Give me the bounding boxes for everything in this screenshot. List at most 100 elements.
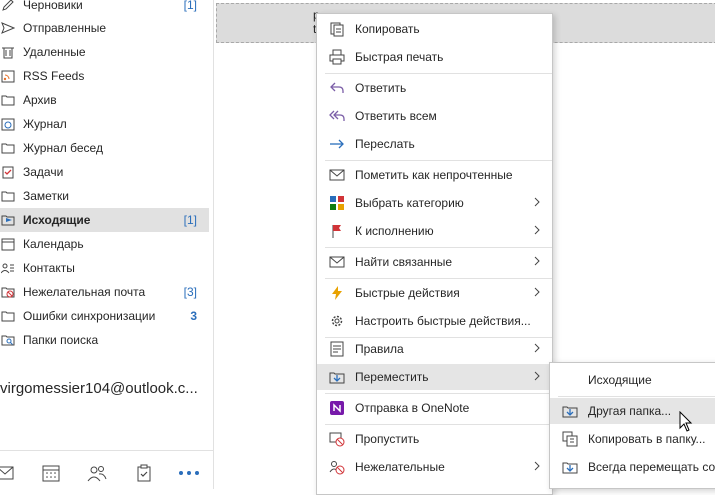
item-count: 3	[190, 309, 197, 323]
folder-rss[interactable]: RSS Feeds	[0, 64, 209, 88]
more-icon[interactable]	[178, 463, 200, 483]
forward-icon	[329, 136, 345, 152]
onenote-icon	[329, 400, 345, 416]
folder-icon	[0, 309, 16, 323]
folder-label: Нежелательная почта	[23, 285, 146, 299]
chevron-right-icon	[532, 223, 542, 237]
folder-label: Черновики	[23, 0, 83, 12]
tasks-icon	[0, 165, 16, 179]
folder-tasks[interactable]: Задачи	[0, 160, 209, 184]
menu-item-quick-steps[interactable]: Быстрые действия	[317, 280, 552, 306]
chevron-right-icon	[532, 369, 542, 383]
folder-drafts[interactable]: Черновики [1]	[0, 0, 209, 17]
tasks-icon[interactable]	[133, 463, 155, 483]
search-folder-icon	[0, 333, 16, 347]
calendar-icon[interactable]	[40, 463, 62, 483]
outbox-icon	[0, 213, 16, 227]
folder-label: RSS Feeds	[23, 69, 85, 83]
menu-item-move[interactable]: Переместить	[317, 364, 552, 390]
reply-all-icon	[329, 108, 345, 124]
submenu-item-label: Всегда перемещать со	[588, 460, 715, 474]
menu-separator	[325, 73, 552, 74]
menu-separator	[325, 393, 552, 394]
folder-notes[interactable]: Заметки	[0, 184, 209, 208]
folder-calendar[interactable]: Календарь	[0, 232, 209, 256]
menu-item-copy[interactable]: Копировать	[317, 16, 552, 42]
menu-item-label: Правила	[355, 342, 404, 356]
folder-label: Журнал	[23, 117, 67, 131]
people-icon[interactable]	[86, 463, 108, 483]
unread-count: [1]	[183, 0, 197, 12]
folder-search-folders[interactable]: Папки поиска	[0, 328, 209, 352]
trash-icon	[0, 45, 16, 59]
menu-item-label: Ответить всем	[355, 109, 437, 123]
context-menu: Копировать Быстрая печать Ответить Ответ…	[316, 13, 553, 495]
menu-separator	[325, 160, 552, 161]
menu-item-label: Отправка в OneNote	[355, 401, 470, 415]
menu-item-label: Нежелательные	[355, 460, 445, 474]
folder-conversation-history[interactable]: Журнал бесед	[0, 136, 209, 160]
folder-label: Папки поиска	[23, 333, 99, 347]
folder-icon	[0, 93, 16, 107]
account-name[interactable]: virgomessier104@outlook.c...	[0, 380, 200, 397]
folder-archive[interactable]: Архив	[0, 88, 209, 112]
folder-label: Отправленные	[23, 21, 107, 35]
folder-sync-issues[interactable]: Ошибки синхронизации 3	[0, 304, 209, 328]
menu-separator	[325, 278, 552, 279]
menu-item-mark-unread[interactable]: Пометить как непрочтенные	[317, 162, 552, 188]
category-icon	[329, 195, 345, 211]
flag-icon	[329, 223, 345, 239]
menu-item-label: Переместить	[355, 370, 429, 384]
menu-item-forward[interactable]: Переслать	[317, 131, 552, 157]
menu-item-follow-up[interactable]: К исполнению	[317, 218, 552, 244]
junk-icon	[0, 285, 16, 299]
folder-deleted[interactable]: Удаленные	[0, 40, 209, 64]
rules-icon	[329, 341, 345, 357]
menu-item-manage-quick-steps[interactable]: Настроить быстрые действия...	[317, 308, 552, 334]
copy-icon	[329, 21, 345, 37]
mail-icon[interactable]	[0, 463, 16, 483]
folder-label: Исходящие	[23, 213, 91, 227]
envelope-icon	[329, 254, 345, 270]
menu-item-label: Быстрые действия	[355, 286, 460, 300]
move-icon	[329, 369, 345, 385]
pencil-icon	[0, 0, 16, 12]
folder-sent[interactable]: Отправленные	[0, 16, 209, 40]
submenu-item-outbox[interactable]: Исходящие	[550, 367, 715, 393]
menu-item-send-to-onenote[interactable]: Отправка в OneNote	[317, 395, 552, 421]
menu-item-label: Выбрать категорию	[355, 196, 464, 210]
menu-item-reply[interactable]: Ответить	[317, 75, 552, 101]
folder-outbox[interactable]: Исходящие [1]	[0, 208, 209, 232]
menu-item-categorize[interactable]: Выбрать категорию	[317, 190, 552, 216]
menu-item-reply-all[interactable]: Ответить всем	[317, 103, 552, 129]
menu-item-find-related[interactable]: Найти связанные	[317, 249, 552, 275]
folder-label: Журнал бесед	[23, 141, 103, 155]
menu-item-label: К исполнению	[355, 224, 434, 238]
chevron-right-icon	[532, 254, 542, 268]
menu-item-quick-print[interactable]: Быстрая печать	[317, 44, 552, 70]
folder-label: Контакты	[23, 261, 75, 275]
junk-icon	[329, 459, 345, 475]
send-icon	[0, 21, 16, 35]
menu-item-ignore[interactable]: Пропустить	[317, 426, 552, 452]
calendar-icon	[0, 237, 16, 251]
journal-icon	[0, 117, 16, 131]
ignore-icon	[329, 431, 345, 447]
print-icon	[329, 49, 345, 65]
chevron-right-icon	[532, 285, 542, 299]
always-move-icon	[562, 459, 578, 475]
folder-junk[interactable]: Нежелательная почта [3]	[0, 280, 209, 304]
menu-item-rules[interactable]: Правила	[317, 336, 552, 362]
reply-icon	[329, 80, 345, 96]
folder-contacts[interactable]: Контакты	[0, 256, 209, 280]
chevron-right-icon	[532, 195, 542, 209]
chevron-right-icon	[532, 341, 542, 355]
menu-item-label: Переслать	[355, 137, 415, 151]
folder-journal[interactable]: Журнал	[0, 112, 209, 136]
menu-separator	[558, 396, 715, 397]
contacts-icon	[0, 261, 16, 275]
menu-item-junk[interactable]: Нежелательные	[317, 454, 552, 480]
copy-folder-icon	[562, 431, 578, 447]
menu-item-label: Ответить	[355, 81, 407, 95]
submenu-item-always-move[interactable]: Всегда перемещать со	[550, 454, 715, 480]
